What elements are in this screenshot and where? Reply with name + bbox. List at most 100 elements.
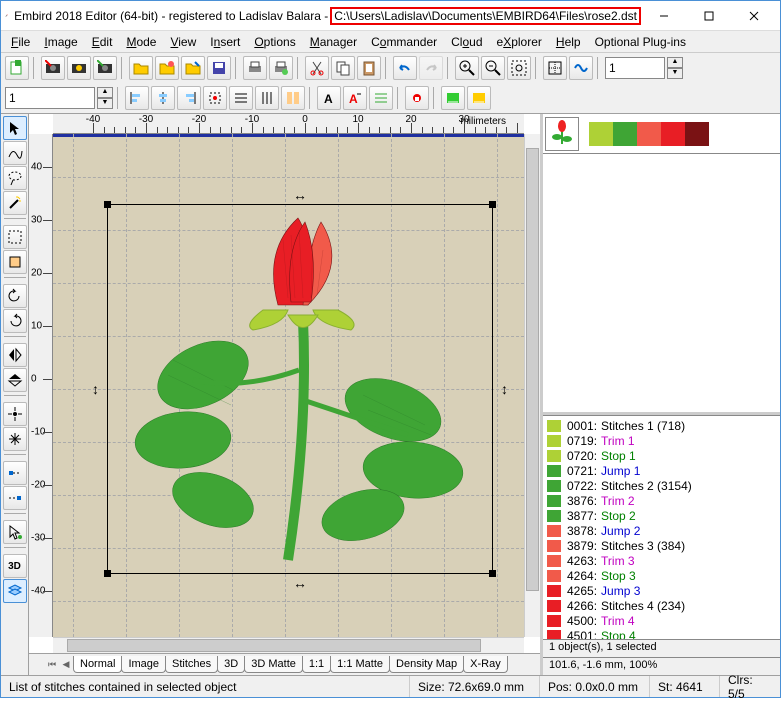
palette-swatch-0[interactable]	[589, 122, 613, 146]
open2-button[interactable]	[155, 56, 179, 80]
tab-nav-first[interactable]: ⏮	[45, 656, 59, 674]
tool-lasso[interactable]	[3, 166, 27, 190]
tool-rotate-right[interactable]	[3, 309, 27, 333]
flag1-button[interactable]	[441, 86, 465, 110]
tool-center[interactable]	[3, 402, 27, 426]
open3-button[interactable]	[181, 56, 205, 80]
camera3-button[interactable]	[93, 56, 117, 80]
stitch-row[interactable]: 4263:Trim 3	[543, 553, 780, 568]
zoom-fit-button[interactable]	[507, 56, 531, 80]
tab-3d-matte[interactable]: 3D Matte	[244, 656, 303, 673]
tool-layers[interactable]	[3, 579, 27, 603]
close-button[interactable]	[731, 2, 776, 30]
zoom-input[interactable]: 1	[605, 57, 665, 79]
minimize-button[interactable]	[641, 2, 686, 30]
grid-button[interactable]	[543, 56, 567, 80]
tab-1-1[interactable]: 1:1	[302, 656, 331, 673]
palette-swatch-1[interactable]	[613, 122, 637, 146]
menu-explorer[interactable]: eXplorer	[491, 33, 548, 51]
palette-swatch-2[interactable]	[637, 122, 661, 146]
align4-button[interactable]	[203, 86, 227, 110]
align3-button[interactable]	[177, 86, 201, 110]
menu-commander[interactable]: Commander	[365, 33, 443, 51]
menu-view[interactable]: View	[164, 33, 202, 51]
camera1-button[interactable]	[41, 56, 65, 80]
tab-x-ray[interactable]: X-Ray	[463, 656, 508, 673]
stitch-row[interactable]: 4266:Stitches 4 (234)	[543, 598, 780, 613]
align7-button[interactable]	[281, 86, 305, 110]
preview-thumbnail[interactable]	[545, 117, 579, 151]
tool-snap[interactable]	[3, 427, 27, 451]
select-tool[interactable]	[3, 116, 27, 140]
tool-pointer2[interactable]	[3, 520, 27, 544]
stitch-row[interactable]: 0721:Jump 1	[543, 463, 780, 478]
align6-button[interactable]	[255, 86, 279, 110]
redo-button[interactable]	[419, 56, 443, 80]
stitch-row[interactable]: 4500:Trim 4	[543, 613, 780, 628]
palette-swatch-4[interactable]	[685, 122, 709, 146]
menu-file[interactable]: File	[5, 33, 36, 51]
new-button[interactable]	[5, 56, 29, 80]
align1-button[interactable]	[125, 86, 149, 110]
tab-3d[interactable]: 3D	[217, 656, 245, 673]
stitch-row[interactable]: 3879:Stitches 3 (384)	[543, 538, 780, 553]
tool-freehand[interactable]	[3, 141, 27, 165]
paste-button[interactable]	[357, 56, 381, 80]
tab-1-1-matte[interactable]: 1:1 Matte	[330, 656, 390, 673]
stitch-row[interactable]: 4265:Jump 3	[543, 583, 780, 598]
text2-button[interactable]: A	[343, 86, 367, 110]
stitch-row[interactable]: 0001:Stitches 1 (718)	[543, 418, 780, 433]
menu-cloud[interactable]: Cloud	[445, 33, 488, 51]
tab-density-map[interactable]: Density Map	[389, 656, 464, 673]
align2-button[interactable]	[151, 86, 175, 110]
scale-spinner[interactable]: ▲▼	[97, 87, 113, 109]
stitch-row[interactable]: 0720:Stop 1	[543, 448, 780, 463]
menu-optional-plug-ins[interactable]: Optional Plug-ins	[589, 33, 692, 51]
tab-nav-prev[interactable]: ◀	[59, 656, 73, 674]
flag2-button[interactable]	[467, 86, 491, 110]
print2-button[interactable]	[269, 56, 293, 80]
lock-button[interactable]	[405, 86, 429, 110]
stitch-row[interactable]: 0719:Trim 1	[543, 433, 780, 448]
stitch-row[interactable]: 0722:Stitches 2 (3154)	[543, 478, 780, 493]
save-button[interactable]	[207, 56, 231, 80]
tool-rotate-left[interactable]	[3, 284, 27, 308]
scrollbar-horizontal[interactable]	[53, 637, 524, 653]
camera2-button[interactable]	[67, 56, 91, 80]
tool-marquee[interactable]	[3, 225, 27, 249]
tool-magic[interactable]	[3, 191, 27, 215]
stitch-row[interactable]: 4264:Stop 3	[543, 568, 780, 583]
menu-manager[interactable]: Manager	[304, 33, 363, 51]
design-canvas[interactable]: ↔ ↔ ↕ ↕	[53, 134, 524, 637]
tool-anchor1[interactable]	[3, 461, 27, 485]
tool-anchor2[interactable]	[3, 486, 27, 510]
cut-button[interactable]	[305, 56, 329, 80]
stitch-row[interactable]: 4501:Stop 4	[543, 628, 780, 639]
menu-edit[interactable]: Edit	[86, 33, 119, 51]
menu-insert[interactable]: Insert	[204, 33, 246, 51]
tool-3d[interactable]: 3D	[3, 554, 27, 578]
align5-button[interactable]	[229, 86, 253, 110]
menu-help[interactable]: Help	[550, 33, 587, 51]
menu-options[interactable]: Options	[248, 33, 301, 51]
copy-button[interactable]	[331, 56, 355, 80]
stitch-dir-button[interactable]	[369, 86, 393, 110]
text-button[interactable]: A	[317, 86, 341, 110]
stitch-list[interactable]: 0001:Stitches 1 (718)0719:Trim 10720:Sto…	[543, 415, 780, 639]
scrollbar-vertical[interactable]	[524, 134, 540, 637]
tool-crop[interactable]	[3, 250, 27, 274]
menu-image[interactable]: Image	[38, 33, 83, 51]
palette-swatch-3[interactable]	[661, 122, 685, 146]
open-button[interactable]	[129, 56, 153, 80]
print-button[interactable]	[243, 56, 267, 80]
tool-flip-h[interactable]	[3, 343, 27, 367]
stitch-row[interactable]: 3876:Trim 2	[543, 493, 780, 508]
maximize-button[interactable]	[686, 2, 731, 30]
scale-input[interactable]: 1	[5, 87, 95, 109]
stitch-view-button[interactable]	[569, 56, 593, 80]
zoom-in-button[interactable]	[455, 56, 479, 80]
undo-button[interactable]	[393, 56, 417, 80]
stitch-row[interactable]: 3877:Stop 2	[543, 508, 780, 523]
tab-stitches[interactable]: Stitches	[165, 656, 218, 673]
stitch-row[interactable]: 3878:Jump 2	[543, 523, 780, 538]
